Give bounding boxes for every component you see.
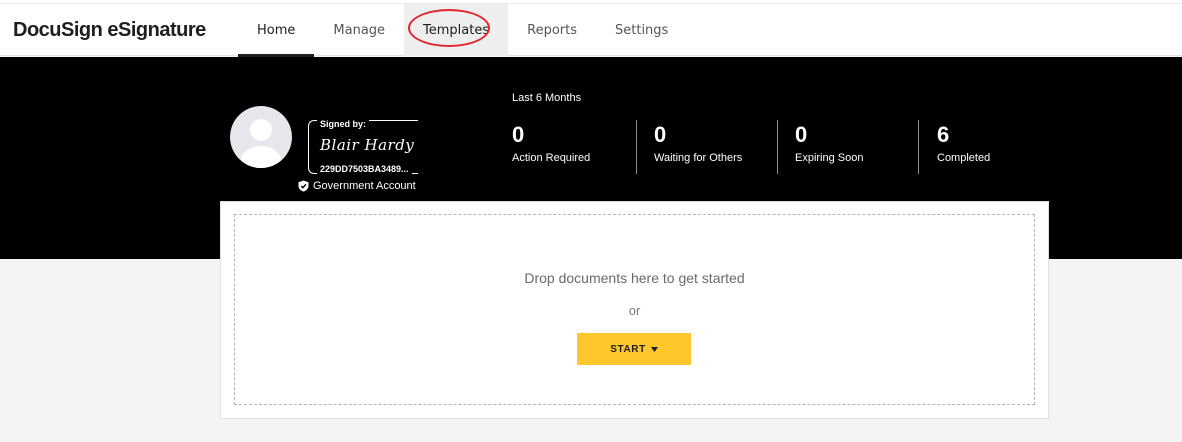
- account-type-label: Government Account: [313, 180, 416, 192]
- stats-period: Last 6 Months: [512, 92, 582, 104]
- signature-id: 229DD7503BA3489...: [317, 164, 412, 174]
- stat-waiting-for-others[interactable]: 0 Waiting for Others: [654, 122, 742, 176]
- signature-image: Blair Hardy: [320, 136, 415, 154]
- stat-action-required[interactable]: 0 Action Required: [512, 122, 590, 176]
- nav-tab-home[interactable]: Home: [238, 4, 315, 57]
- start-button-label: START: [610, 343, 646, 355]
- user-avatar-icon[interactable]: [230, 106, 292, 168]
- start-button[interactable]: START: [577, 333, 691, 365]
- signed-by-label: Signed by:: [317, 119, 370, 129]
- dropzone-or: or: [628, 303, 641, 318]
- stat-value: 0: [654, 122, 667, 147]
- stat-divider: [918, 120, 919, 174]
- stat-label: Waiting for Others: [654, 152, 743, 164]
- stat-value: 0: [512, 122, 525, 147]
- shield-check-icon: [298, 180, 309, 192]
- stat-label: Action Required: [512, 152, 591, 164]
- nav-tab-reports[interactable]: Reports: [508, 4, 596, 56]
- stat-value: 0: [795, 122, 808, 147]
- account-type: Government Account: [298, 180, 416, 192]
- stat-completed[interactable]: 6 Completed: [937, 122, 990, 176]
- nav-tab-manage[interactable]: Manage: [314, 4, 404, 56]
- stat-value: 6: [937, 122, 950, 147]
- brand-logo[interactable]: DocuSign eSignature: [13, 19, 206, 42]
- caret-down-icon: [650, 344, 658, 355]
- stat-label: Completed: [937, 152, 991, 164]
- nav-tab-templates[interactable]: Templates: [404, 4, 509, 56]
- nav-tab-settings[interactable]: Settings: [596, 4, 687, 56]
- stat-label: Expiring Soon: [795, 152, 864, 164]
- stat-divider: [636, 120, 637, 174]
- stat-expiring-soon[interactable]: 0 Expiring Soon: [795, 122, 864, 176]
- stat-divider: [777, 120, 778, 174]
- dropzone-prompt: Drop documents here to get started: [524, 270, 745, 286]
- main-nav: Home Manage Templates Reports Settings: [238, 4, 687, 57]
